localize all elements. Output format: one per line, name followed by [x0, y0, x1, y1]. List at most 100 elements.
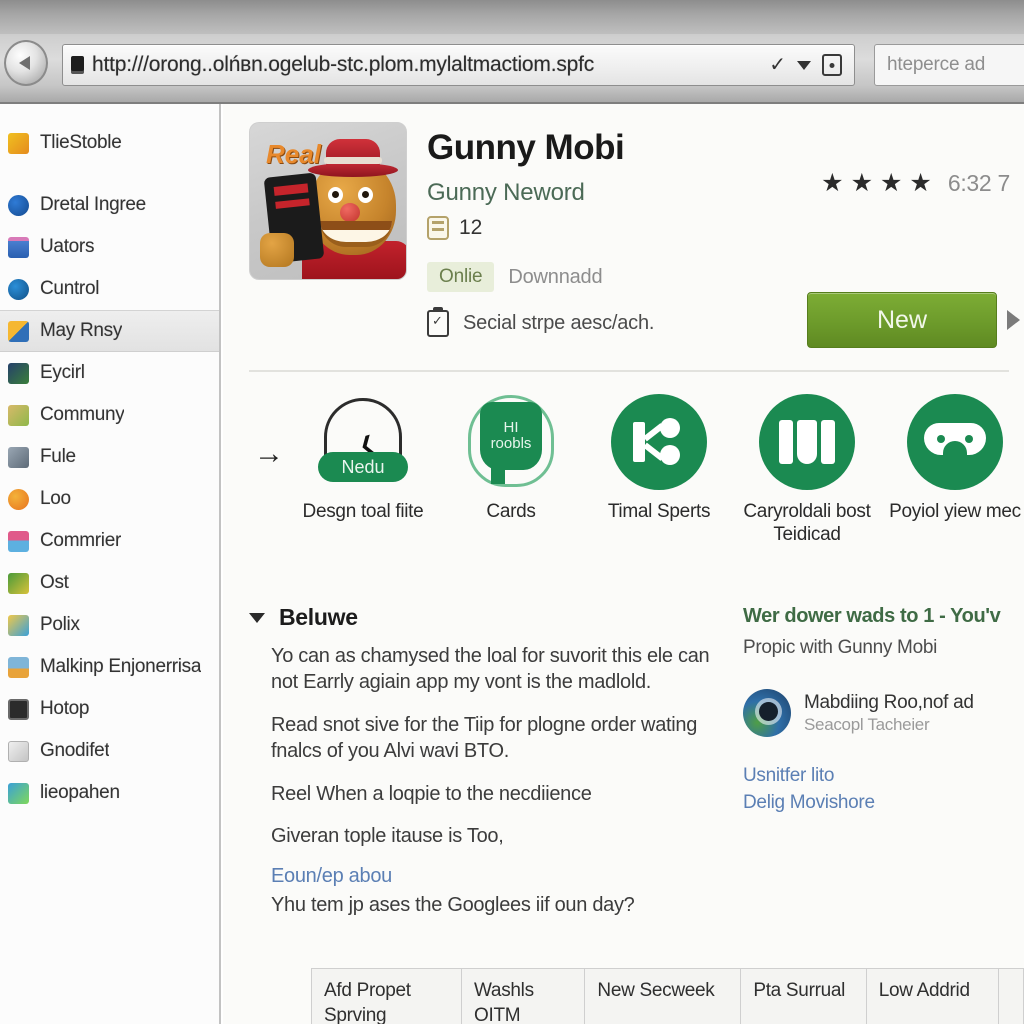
main-content: Real Gunny Mobi Gunny Neword 12 Onlie Do…	[223, 104, 1024, 1024]
sidebar-item-label: TlieStoble	[40, 132, 122, 153]
description-header[interactable]: Beluwe	[249, 604, 719, 631]
permission-row: Secial strpe aesc/ach.	[427, 307, 654, 337]
page-actions-icon[interactable]	[822, 54, 842, 76]
browser-chrome: http:///orong..olńвn.ogelub-stc.plom.myl…	[0, 0, 1024, 104]
feature-icon-row: → ❮ Nedu Desgn toal fiite HI roobls Card…	[249, 394, 1024, 584]
sidebar-item-4-selected[interactable]: May Rnsy	[0, 310, 219, 352]
description-link[interactable]: Eoun/ep abou	[271, 865, 719, 888]
check-icon[interactable]: ✓	[769, 55, 786, 75]
sidebar-item-2[interactable]: Uators	[0, 226, 219, 268]
chevron-down-icon[interactable]	[249, 613, 265, 623]
clipboard-check-icon	[427, 307, 449, 337]
description-paragraph: Read snot sive for the Tiip for plogne o…	[271, 713, 698, 763]
sidebar-item-1[interactable]: Dretal Ingree	[0, 184, 219, 226]
search-placeholder: hteperce ad	[887, 54, 986, 75]
search-input[interactable]: hteperce ad	[874, 44, 1024, 86]
age-rating-row: 12	[427, 216, 482, 240]
review-user-name: Mabdiing Roo,nof ad	[804, 691, 974, 713]
address-bar-actions: ✓	[769, 54, 846, 76]
sidebar-item-12[interactable]: Malkinp Enjonerrisa	[0, 646, 219, 688]
table-column-header[interactable]: Afd Propet Sprving	[312, 969, 462, 1024]
sidebar-item-15[interactable]: lieopahen	[0, 772, 219, 814]
review-link-1[interactable]: Delig Movishore	[743, 790, 1011, 817]
sidebar-item-8[interactable]: Loo	[0, 478, 219, 520]
cta-row: New	[807, 292, 1020, 348]
app-icon	[8, 698, 29, 720]
sidebar-item-3[interactable]: Cuntrol	[0, 268, 219, 310]
age-rating-value: 12	[459, 216, 483, 239]
title-bar	[0, 0, 1024, 34]
sidebar-item-5[interactable]: Eycirl	[0, 352, 219, 394]
bottom-table: Afd Propet Sprving Washls OITM New Secwe…	[311, 968, 1024, 1024]
header-divider	[249, 370, 1009, 372]
feature-item-4[interactable]: Poyiol yiew mec	[881, 394, 1024, 523]
star-icon: ★	[909, 169, 932, 197]
app-icon	[8, 404, 29, 426]
feature-item-1[interactable]: HI roobls Cards	[437, 394, 585, 523]
sidebar-item-label: Cuntrol	[40, 278, 100, 299]
feature-item-3[interactable]: Caryroldali bost Teidicad	[733, 394, 881, 546]
app-icon	[8, 656, 29, 678]
sidebar-item-label: Uators	[40, 236, 95, 257]
review-user[interactable]: Mabdiing Roo,nof ad Seacopl Tacheier	[743, 689, 1011, 737]
table-column-header[interactable]: Washls OITM	[462, 969, 586, 1024]
sidebar-item-label: Fule	[40, 446, 76, 467]
arrow-right-icon: →	[254, 437, 284, 470]
address-bar[interactable]: http:///orong..olńвn.ogelub-stc.plom.myl…	[62, 44, 855, 86]
sidebar-item-label: Malkinp Enjonerrisa	[40, 656, 202, 677]
sidebar-item-6[interactable]: Communy	[0, 394, 219, 436]
scroll-left-arrow[interactable]: →	[249, 394, 289, 514]
sidebar-item-label: Commrier	[40, 530, 121, 551]
status-row: Onlie Downnadd	[427, 262, 603, 292]
back-button[interactable]	[4, 40, 48, 86]
feature-label: Timal Sperts	[607, 501, 711, 522]
sidebar-item-9[interactable]: Commrier	[0, 520, 219, 562]
table-column-header[interactable]	[999, 969, 1024, 1024]
table-column-header[interactable]: New Secweek	[585, 969, 742, 1024]
sidebar-item-0[interactable]: TlieStoble	[0, 122, 219, 164]
app-icon	[8, 488, 29, 510]
table-column-header[interactable]: Low Addrid	[867, 969, 999, 1024]
sidebar-item-label: Communy	[40, 404, 125, 425]
table-column-header[interactable]: Pta Surrual	[741, 969, 867, 1024]
app-thumbnail[interactable]: Real	[249, 122, 407, 280]
review-subline: Propic with Gunny Mobi	[743, 637, 938, 658]
sidebar-item-7[interactable]: Fule	[0, 436, 219, 478]
install-button[interactable]: New	[807, 292, 997, 348]
feature-label: Caryroldali bost Teidicad	[743, 501, 871, 546]
feature-item-0[interactable]: ❮ Nedu Desgn toal fiite	[289, 394, 437, 523]
review-link-0[interactable]: Usnitfer lito	[743, 763, 1011, 790]
sidebar-item-13[interactable]: Hotop	[0, 688, 219, 730]
badge-line-2: roobls	[490, 435, 532, 452]
app-header: Real Gunny Mobi Gunny Neword 12 Onlie Do…	[223, 104, 1024, 372]
wreath-badge-icon: HI roobls	[463, 394, 559, 490]
sidebar-item-14[interactable]: Gnodifet	[0, 730, 219, 772]
badge-line-1: HI	[503, 418, 519, 436]
app-icon	[8, 132, 29, 154]
feature-item-2[interactable]: Timal Sperts	[585, 394, 733, 523]
sidebar-item-10[interactable]: Ost	[0, 562, 219, 604]
description-title: Beluwe	[279, 604, 358, 630]
app-developer[interactable]: Gunny Neword	[427, 179, 585, 207]
sidebar-item-label: lieopahen	[40, 782, 120, 803]
feature-label: Poyiol yiew mec	[889, 501, 1021, 522]
chevron-down-icon[interactable]	[797, 60, 811, 70]
sidebar-item-label: Polix	[40, 614, 80, 635]
download-note: Downnadd	[508, 265, 603, 288]
app-title: Gunny Mobi	[427, 128, 625, 167]
mascot-nose	[340, 203, 360, 222]
app-icon	[8, 530, 29, 552]
review-panel: Wer dower wads to 1 - You'v Propic with …	[743, 604, 1011, 817]
chevron-right-icon[interactable]	[1007, 310, 1020, 330]
dome-icon: ❮ Nedu	[315, 394, 411, 490]
sidebar-item-label: Gnodifet	[40, 740, 110, 761]
share-icon	[611, 394, 707, 490]
app-icon	[8, 740, 29, 762]
sidebar-item-label: Dretal Ingree	[40, 194, 146, 215]
sidebar-item-11[interactable]: Polix	[0, 604, 219, 646]
review-links: Usnitfer lito Delig Movishore	[743, 763, 1011, 817]
back-arrow-icon	[19, 56, 30, 70]
app-icon	[8, 320, 29, 342]
app-icon	[8, 194, 29, 216]
feature-label: Desgn toal fiite	[302, 501, 424, 522]
